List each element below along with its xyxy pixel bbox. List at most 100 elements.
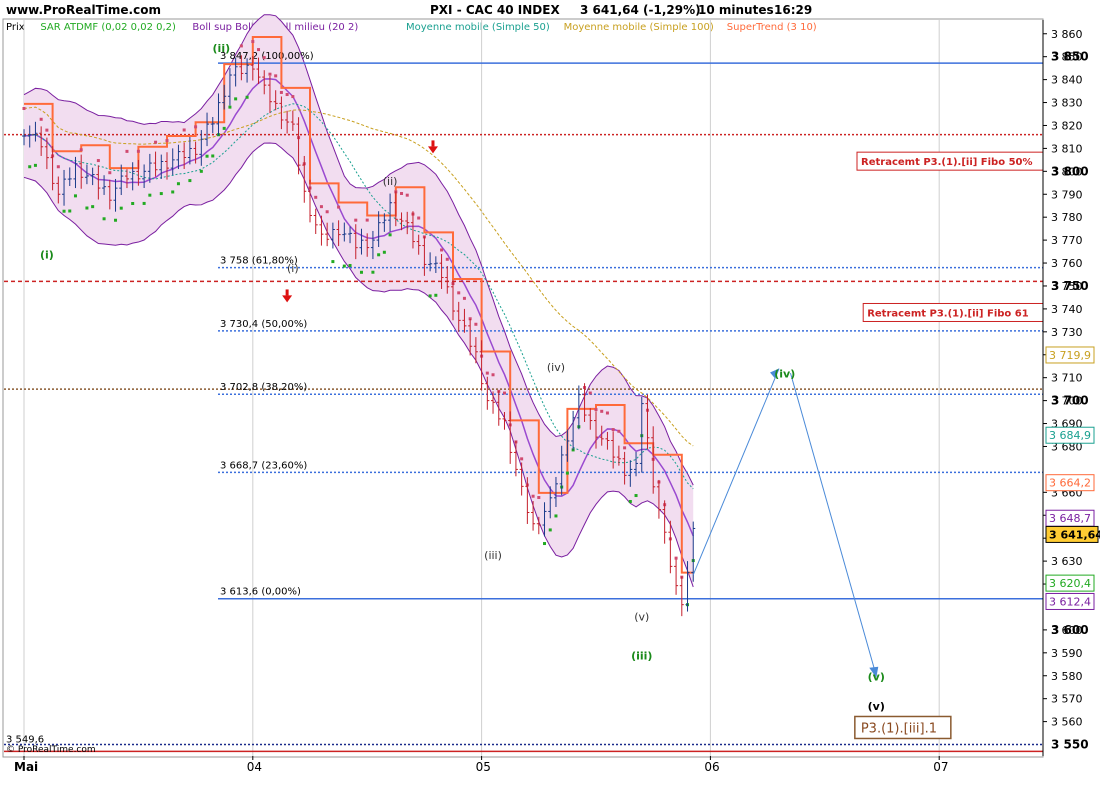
wave-label: (i) [287,262,299,275]
value-box-text: 3 684,9 [1049,429,1091,442]
sar-dot [79,148,83,152]
legend-item: Moyenne mobile (Simple 100) [564,22,714,33]
sar-dot [114,218,118,222]
sar-dot [274,74,278,78]
fibonacci-levels: 3 847,2 (100,00%)3 758 (61,80%)3 730,4 (… [218,51,1043,600]
sar-dot [96,159,100,163]
sar-dot [634,494,638,498]
sar-dot [234,97,238,101]
sar-dot [85,206,89,210]
sar-dot [108,171,112,175]
sar-dot [171,190,175,194]
y-major-label: 3 700 [1051,394,1089,408]
y-major-label: 3 800 [1051,164,1089,178]
sar-dot [474,322,478,326]
sar-dot [125,149,129,153]
fib-label: 3 847,2 (100,00%) [220,51,314,62]
y-tick-label: 3 730 [1051,326,1083,339]
sar-dot [359,270,363,274]
sar-dot [428,294,432,298]
sar-dot [45,128,49,132]
sar-dot [388,233,392,237]
legend-item: Prix [6,22,25,33]
fib-label: 3 668,7 (23,60%) [220,460,307,471]
x-tick-label: 04 [247,760,262,774]
sar-dot [28,165,32,169]
indicator-legend: PrixSAR ATDMF (0,02 0,02 0,2)Boll sup Bo… [6,22,817,33]
y-tick-label: 3 830 [1051,97,1083,110]
legend-item: SuperTrend (3 10) [727,22,817,33]
sar-dot [405,193,409,197]
sar-dot [588,391,592,395]
fib-label: 3 702,8 (38,20%) [220,382,307,393]
sar-dot [605,411,609,415]
x-tick-label: 05 [476,760,491,774]
sar-dot [365,218,369,222]
sar-dot [319,205,323,209]
x-tick-label: 06 [704,760,719,774]
sar-dot [239,44,243,48]
sar-dot [131,202,135,206]
sar-dot [91,205,95,209]
sar-dot [331,260,335,264]
sar-dot [154,140,158,144]
sar-dot [314,195,318,199]
legend-item: SAR ATDMF (0,02 0,02 0,2) [40,22,176,33]
y-tick-label: 3 760 [1051,257,1083,270]
sar-dot [194,125,198,129]
sar-dot [377,253,381,257]
sar-dot [159,192,163,196]
stock-chart: www.ProRealTime.com PXI - CAC 40 INDEX 3… [2,3,1100,774]
down-arrow-shaft [431,140,435,147]
chart-header: www.ProRealTime.com PXI - CAC 40 INDEX 3… [6,3,812,17]
sar-dot [462,296,466,300]
sar-dot [457,291,461,295]
y-tick-label: 3 860 [1051,28,1083,41]
copyright: © ProRealTime.com [6,745,96,755]
sar-dot [262,56,266,60]
y-tick-label: 3 840 [1051,74,1083,87]
site-name[interactable]: www.ProRealTime.com [6,3,161,17]
value-box-text: 3 719,9 [1049,349,1091,362]
sar-dot [68,209,72,213]
sar-dot [62,209,66,213]
down-arrow-shaft [285,289,289,296]
sar-dot [22,107,26,111]
sar-dot [382,250,386,254]
y-tick-label: 3 820 [1051,119,1083,132]
sar-dot [417,216,421,220]
sar-dot [222,126,226,130]
sar-dot [445,257,449,261]
sar-dot [102,217,106,221]
down-arrow-head [282,295,293,303]
sar-dot [554,514,558,518]
sar-dot [56,165,60,169]
sar-dot [485,371,489,375]
sar-dot [251,40,255,44]
y-tick-label: 3 560 [1051,716,1083,729]
sar-dot [205,154,209,158]
y-major-label: 3 750 [1051,279,1089,293]
sar-dot [119,206,123,210]
sar-dot [39,117,43,121]
sar-dot [491,373,495,377]
wave-label: (v) [868,700,885,713]
sar-dot [617,429,621,433]
value-box-text: 3 664,2 [1049,477,1091,490]
sar-dot [279,90,283,94]
y-tick-label: 3 790 [1051,188,1083,201]
bollinger-bands [23,14,694,588]
sar-dot [142,201,146,205]
sar-dot [371,270,375,274]
wave-label: (iii) [484,549,502,562]
y-major-label: 3 550 [1051,738,1089,752]
value-box-text: 3 620,4 [1049,577,1091,590]
y-tick-label: 3 710 [1051,372,1083,385]
sar-dot [188,179,192,183]
wave-label: (v) [868,670,885,683]
y-tick-label: 3 740 [1051,303,1083,316]
value-box-text: 3 612,4 [1049,595,1091,608]
price-box-text: 3 641,64 [1049,528,1100,541]
sar-dot [520,457,524,461]
down-arrow-head [427,146,438,154]
